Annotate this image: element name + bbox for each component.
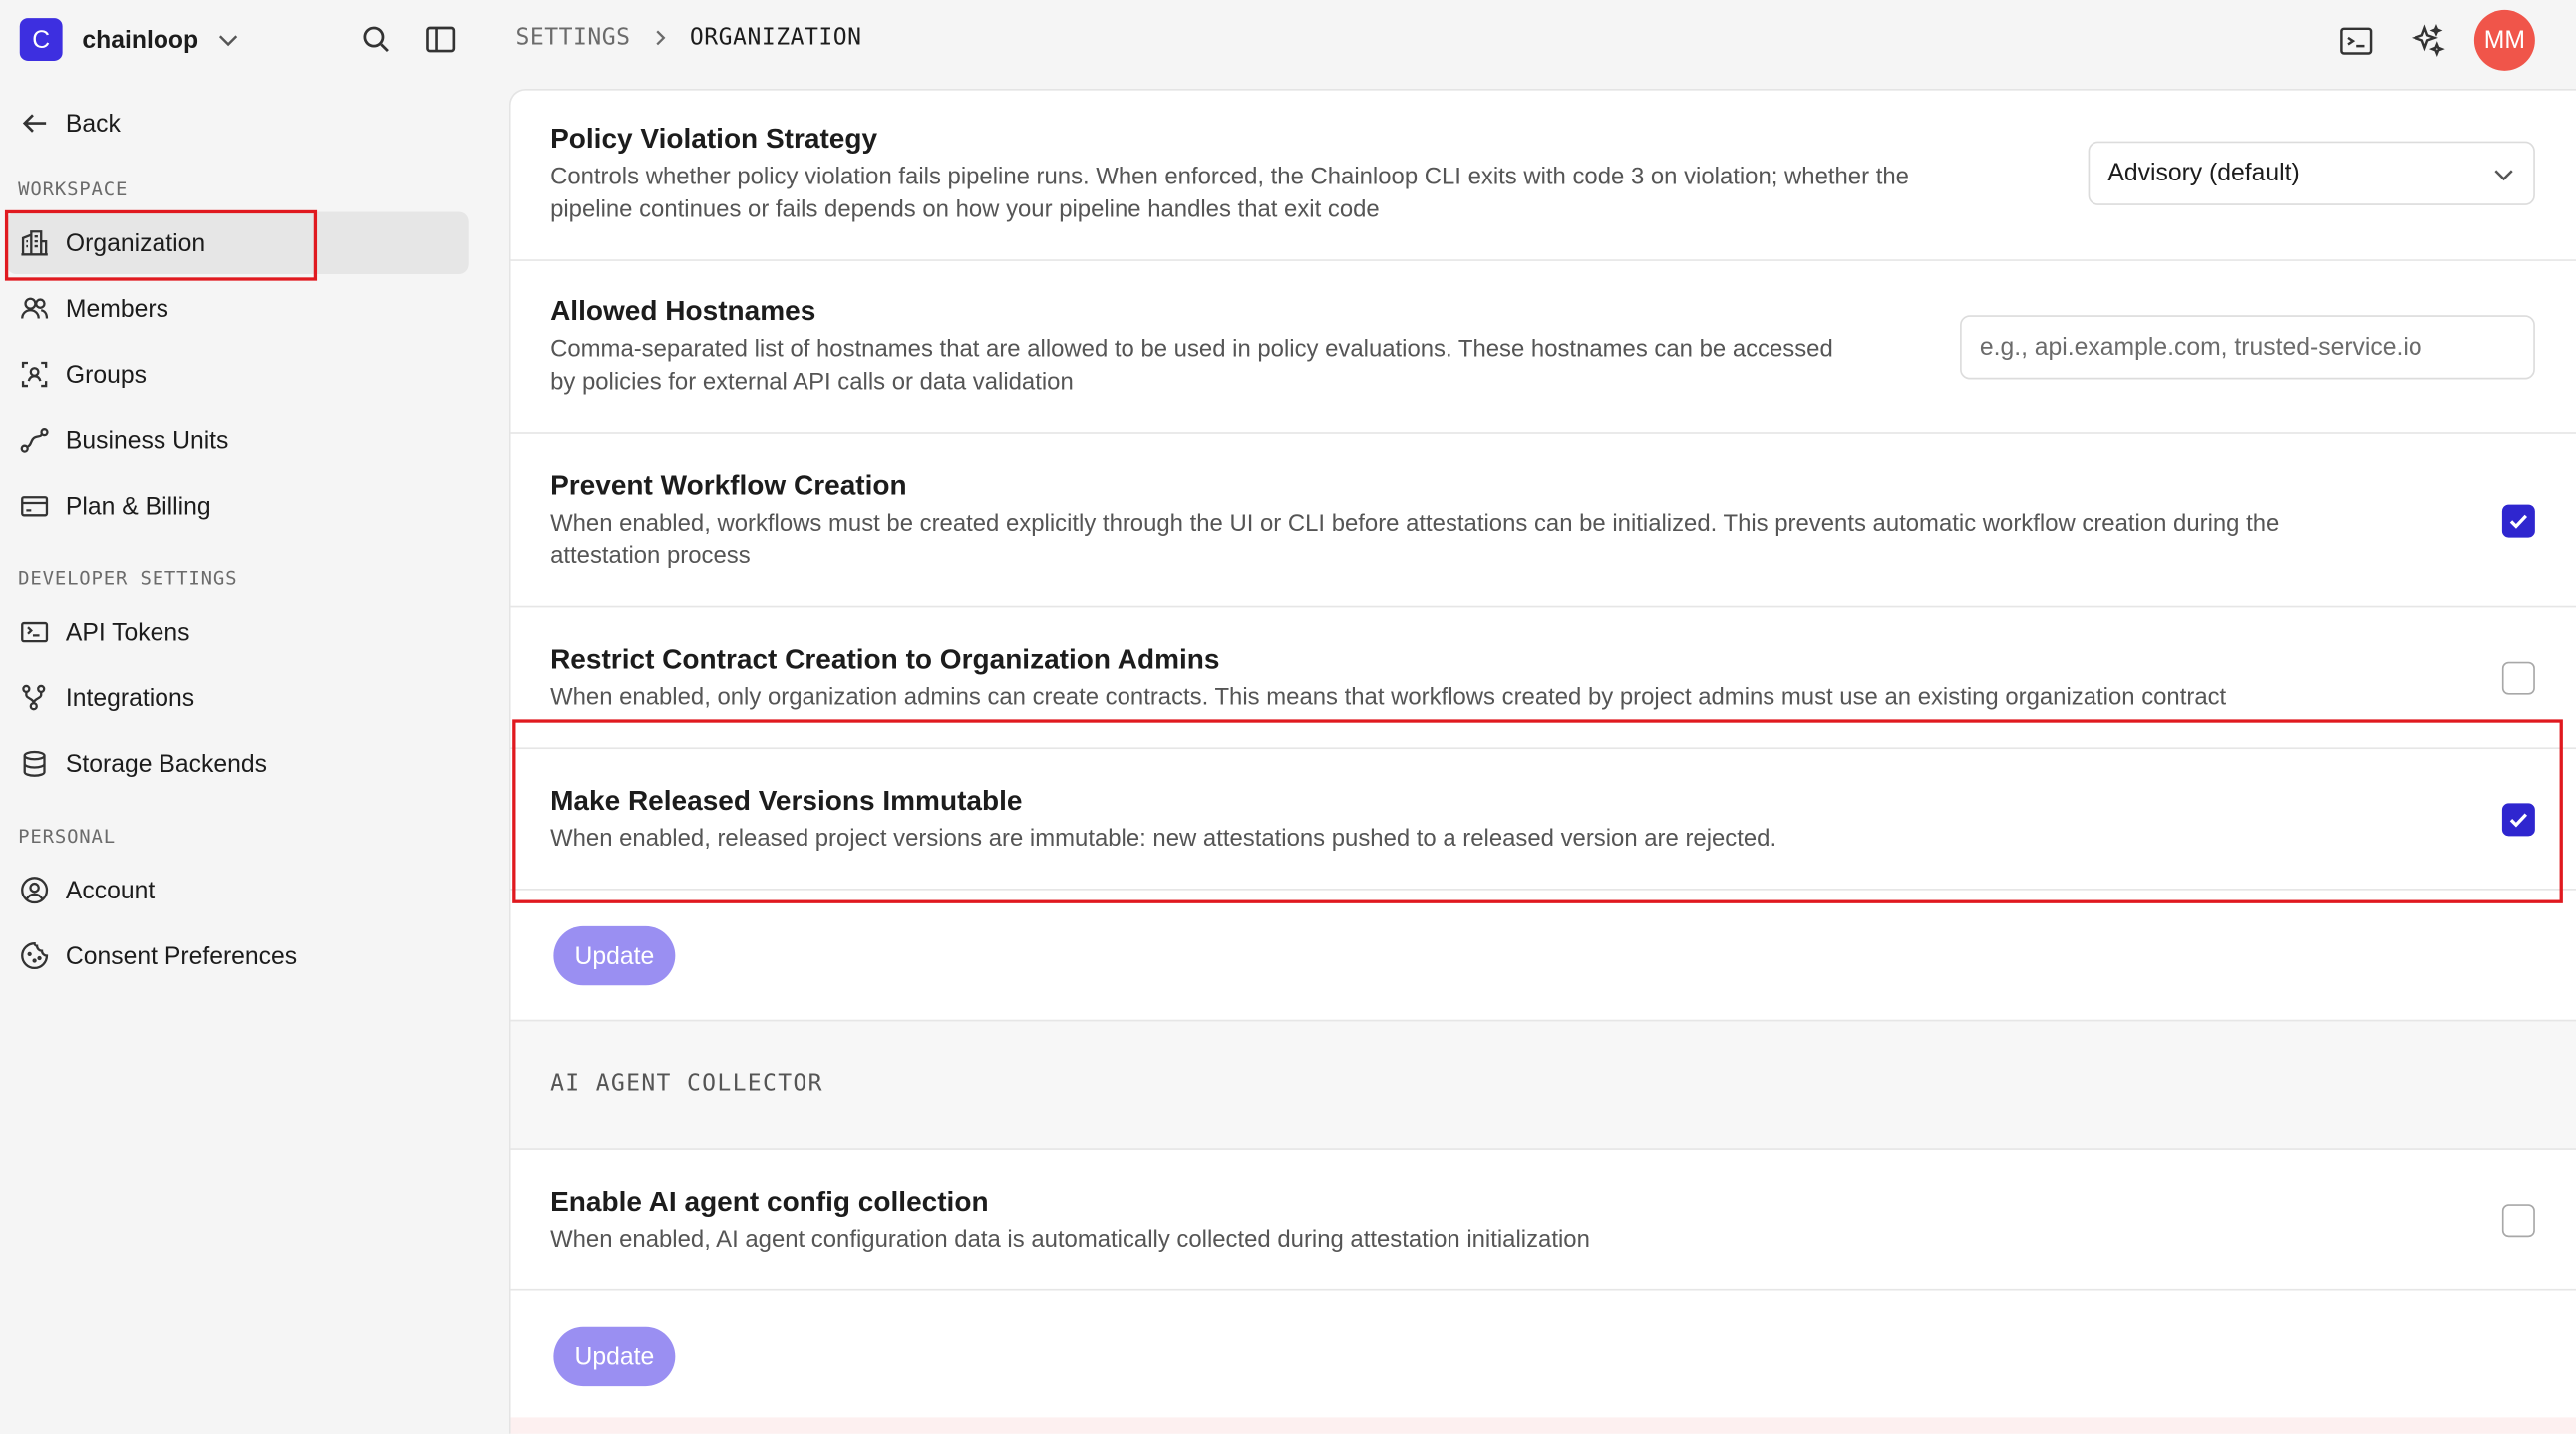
sidebar-toggle-icon[interactable]: [424, 23, 457, 56]
check-icon: [2509, 514, 2528, 529]
sidebar-item-label: Account: [65, 876, 156, 904]
org-switcher[interactable]: C chainloop: [19, 18, 241, 61]
sidebar-item-label: Consent Preferences: [65, 941, 298, 970]
users-icon: [20, 294, 50, 324]
search-icon[interactable]: [360, 23, 393, 56]
breadcrumb-organization: ORGANIZATION: [689, 24, 862, 52]
chevron-down-icon: [2494, 170, 2513, 181]
setting-title: Policy Violation Strategy: [550, 123, 878, 155]
setting-description: When enabled, AI agent configuration dat…: [550, 1227, 1590, 1254]
credit-card-icon: [20, 491, 50, 521]
org-logo: C: [19, 18, 63, 61]
update-button[interactable]: Update: [553, 925, 676, 986]
setting-description: When enabled, released project versions …: [550, 826, 1777, 853]
restrict-contract-checkbox[interactable]: [2501, 661, 2535, 695]
sidebar-item-groups[interactable]: Groups: [7, 343, 469, 406]
setting-description: When enabled, workflows must be created …: [550, 510, 2279, 573]
sidebar: C chainloop Back WORKSPACE Organization …: [0, 0, 492, 1434]
setting-description: When enabled, only organization admins c…: [550, 684, 2227, 712]
section-ai-agent-collector: AI AGENT COLLECTOR: [510, 1019, 2576, 1150]
allowed-hostnames-input[interactable]: [1960, 315, 2535, 380]
sidebar-item-label: Business Units: [65, 426, 229, 455]
breadcrumb: SETTINGS ORGANIZATION: [515, 25, 861, 51]
setting-description-line: attestation process: [550, 542, 751, 569]
select-value: Advisory (default): [2107, 159, 2300, 187]
setting-description-line: When enabled, workflows must be created …: [550, 511, 2280, 538]
setting-restrict-contract-creation: Restrict Contract Creation to Organizati…: [510, 607, 2576, 750]
setting-policy-violation: Policy Violation Strategy Controls wheth…: [510, 91, 2576, 261]
setting-description-line: by policies for external API calls or da…: [550, 368, 1074, 396]
setting-title: Allowed Hostnames: [550, 295, 816, 327]
main-panel: Policy Violation Strategy Controls wheth…: [508, 88, 2576, 1434]
building-icon: [20, 228, 50, 258]
sidebar-item-members[interactable]: Members: [7, 277, 469, 340]
ai-agent-update-button[interactable]: Update: [553, 1326, 676, 1387]
terminal-icon[interactable]: [2338, 23, 2374, 59]
setting-description-line: Comma-separated list of hostnames that a…: [550, 336, 1833, 363]
sidebar-item-label: API Tokens: [65, 618, 190, 647]
setting-immutable-versions: Make Released Versions Immutable When en…: [510, 749, 2576, 891]
setting-prevent-workflow-creation: Prevent Workflow Creation When enabled, …: [510, 434, 2576, 608]
sidebar-item-api-tokens[interactable]: API Tokens: [7, 601, 469, 664]
sidebar-item-label: Groups: [65, 360, 148, 389]
prevent-workflow-checkbox[interactable]: [2501, 504, 2535, 538]
org-name: chainloop: [82, 25, 199, 54]
setting-description-line: Controls whether policy violation fails …: [550, 164, 1909, 191]
app-window: C chainloop Back WORKSPACE Organization …: [0, 0, 2576, 1434]
sidebar-item-business-units[interactable]: Business Units: [7, 409, 469, 472]
setting-description: Controls whether policy violation fails …: [550, 163, 1909, 226]
sidebar-item-account[interactable]: Account: [7, 859, 469, 921]
section-title: AI AGENT COLLECTOR: [550, 1070, 823, 1098]
section-label-developer-settings: DEVELOPER SETTINGS: [18, 566, 238, 590]
user-circle-icon: [20, 876, 50, 905]
sidebar-item-integrations[interactable]: Integrations: [7, 667, 469, 730]
arrow-left-icon: [22, 114, 47, 133]
database-icon: [20, 749, 50, 779]
breadcrumb-settings[interactable]: SETTINGS: [515, 25, 630, 51]
section-label-personal: PERSONAL: [18, 824, 117, 848]
danger-zone-edge: [510, 1417, 2576, 1434]
setting-title: Restrict Contract Creation to Organizati…: [550, 643, 1220, 675]
sidebar-item-storage-backends[interactable]: Storage Backends: [7, 733, 469, 796]
chevron-down-icon: [218, 35, 237, 47]
sidebar-item-label: Storage Backends: [65, 749, 267, 778]
check-icon: [2509, 813, 2528, 828]
sidebar-item-plan-billing[interactable]: Plan & Billing: [7, 475, 469, 538]
token-icon: [20, 617, 50, 647]
immutable-versions-checkbox[interactable]: [2501, 803, 2535, 837]
sidebar-item-label: Organization: [65, 228, 206, 257]
back-link[interactable]: Back: [20, 109, 121, 139]
sidebar-item-label: Plan & Billing: [65, 492, 211, 521]
sidebar-item-label: Members: [65, 294, 168, 323]
ai-agent-collection-checkbox[interactable]: [2501, 1204, 2535, 1238]
setting-description: Comma-separated list of hostnames that a…: [550, 335, 1833, 399]
sidebar-item-organization[interactable]: Organization: [6, 211, 469, 275]
setting-description-line: pipeline continues or fails depends on h…: [550, 195, 1380, 223]
avatar[interactable]: MM: [2473, 9, 2535, 71]
back-label: Back: [65, 109, 121, 138]
cookie-icon: [20, 941, 50, 971]
setting-title: Make Released Versions Immutable: [550, 785, 1023, 817]
integrations-icon: [20, 683, 50, 713]
policy-strategy-select[interactable]: Advisory (default): [2088, 141, 2535, 205]
sidebar-item-consent-preferences[interactable]: Consent Preferences: [7, 924, 469, 987]
sidebar-item-label: Integrations: [65, 683, 195, 712]
section-label-workspace: WORKSPACE: [18, 177, 129, 200]
setting-enable-ai-agent-collection: Enable AI agent config collection When e…: [510, 1150, 2576, 1291]
route-icon: [20, 426, 50, 456]
setting-title: Enable AI agent config collection: [550, 1186, 989, 1218]
sparkles-icon[interactable]: [2411, 23, 2446, 59]
setting-title: Prevent Workflow Creation: [550, 470, 907, 502]
chevron-right-icon: [656, 30, 666, 46]
group-icon: [20, 360, 50, 390]
